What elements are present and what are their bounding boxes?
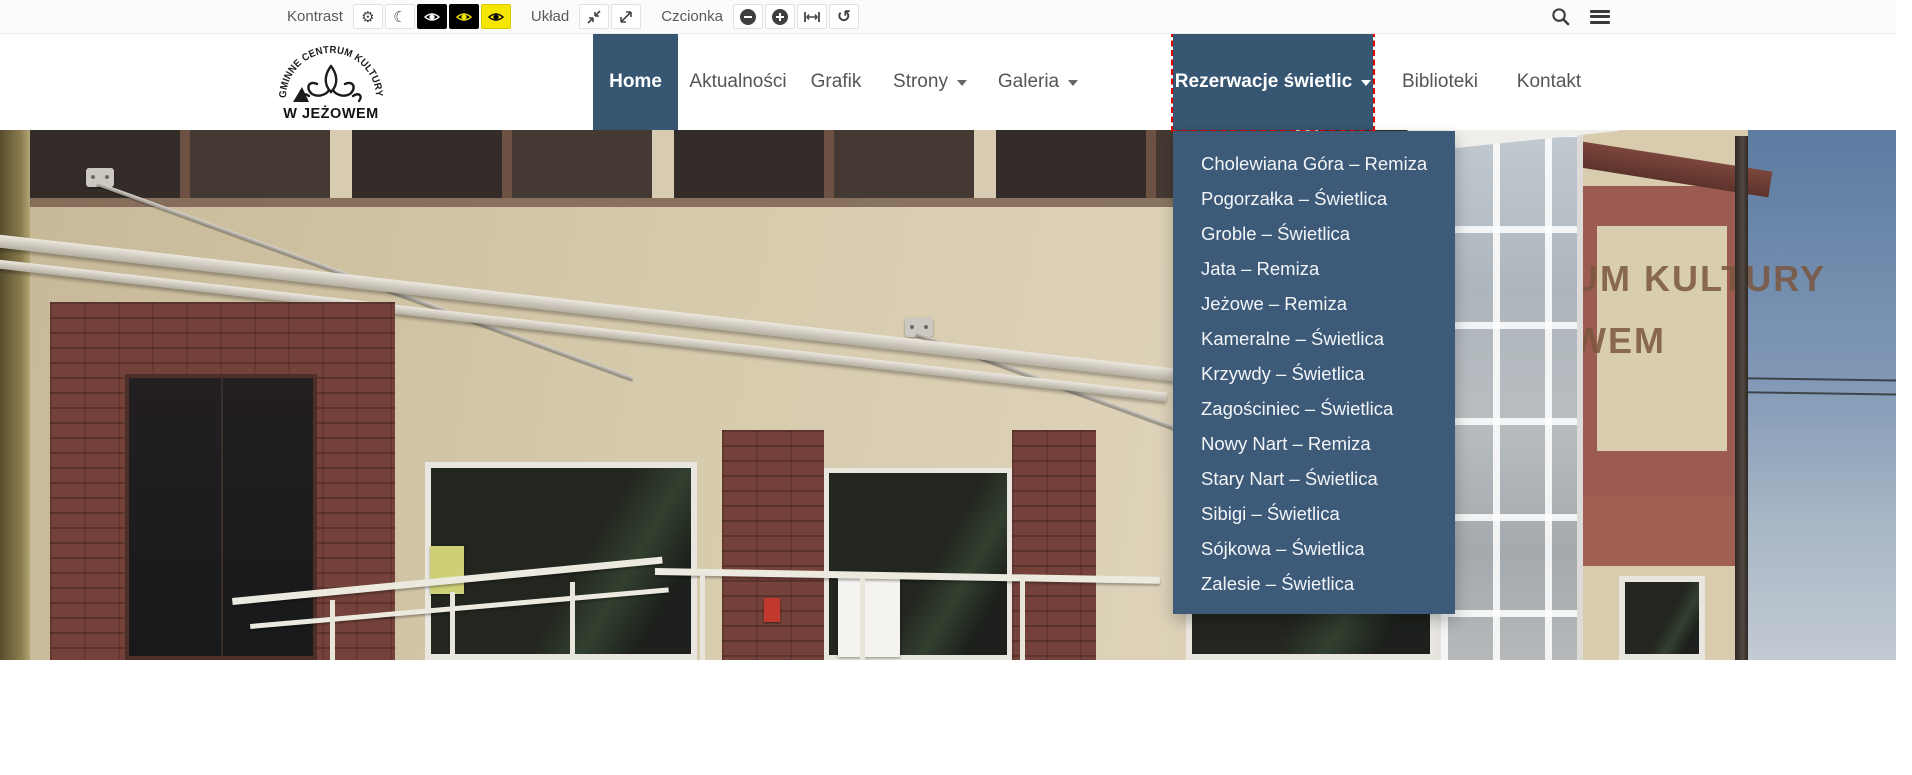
hamburger-icon [1590, 10, 1610, 24]
text-width-button[interactable] [797, 4, 827, 29]
contrast-settings-button[interactable]: ⚙ [353, 4, 383, 29]
brick-pier [722, 430, 824, 660]
nav-item-home[interactable]: Home [593, 33, 678, 130]
dropdown-item-groble[interactable]: Groble – Świetlica [1173, 216, 1455, 251]
dropdown-item-zalesie[interactable]: Zalesie – Świetlica [1173, 566, 1455, 601]
nav-label: Galeria [998, 71, 1059, 93]
contrast-label: Kontrast [287, 8, 343, 25]
hero-slide-photo: UM KULTURY WEM [0, 130, 1896, 660]
dropdown-item-pogorzalka[interactable]: Pogorzałka – Świetlica [1173, 181, 1455, 216]
compress-arrows-icon [586, 9, 602, 25]
dropdown-item-nowy-nart[interactable]: Nowy Nart – Remiza [1173, 426, 1455, 461]
poster [430, 546, 464, 594]
font-label: Czcionka [661, 8, 723, 25]
expand-arrows-icon [618, 9, 634, 25]
building-wall-text: UM KULTURY WEM [1572, 248, 1826, 372]
caret-down-icon [1361, 80, 1371, 86]
downpipe [1735, 136, 1748, 660]
nav-label: Home [609, 71, 662, 93]
moon-icon: ☾ [393, 8, 406, 26]
nav-label: Rezerwacje świetlic [1175, 71, 1352, 93]
railing-post [700, 572, 705, 660]
site-logo[interactable]: GMINNE CENTRUM KULTURY W JEŻOWEM [279, 40, 383, 128]
wall-text-line2: WEM [1572, 310, 1826, 372]
dropdown-item-sibigi[interactable]: Sibigi – Świetlica [1173, 496, 1455, 531]
logo-ornament [301, 66, 360, 101]
search-icon [1551, 7, 1570, 26]
caret-down-icon [957, 80, 967, 86]
neighbor-roof [1748, 420, 1896, 660]
menu-toggle-button[interactable] [1580, 0, 1620, 33]
contrast-white-on-black-button[interactable] [417, 4, 447, 29]
nav-label: Biblioteki [1402, 71, 1478, 93]
nav-label: Kontakt [1517, 71, 1581, 93]
wall-text-line1: UM KULTURY [1572, 248, 1826, 310]
hero-slider: UM KULTURY WEM Witamy na stronie Gminneg… [0, 130, 1896, 660]
gable-wall [1583, 130, 1748, 660]
topbar-right-icons [1540, 0, 1620, 33]
eye-icon [455, 10, 473, 24]
nav-item-rezerwacje-swietlic[interactable]: Rezerwacje świetlic [1173, 33, 1373, 130]
nav-label: Grafik [811, 71, 862, 93]
building-left-wall [0, 130, 30, 660]
nav-item-kontakt[interactable]: Kontakt [1505, 33, 1593, 130]
dropdown-item-krzywdy[interactable]: Krzywdy – Świetlica [1173, 356, 1455, 391]
undo-icon: ↺ [837, 7, 851, 27]
nav-label: Strony [893, 71, 948, 93]
dropdown-item-kameralne[interactable]: Kameralne – Świetlica [1173, 321, 1455, 356]
fire-alarm-box [764, 598, 780, 622]
nav-item-strony[interactable]: Strony [880, 33, 980, 130]
nav-item-grafik[interactable]: Grafik [798, 33, 874, 130]
reset-settings-button[interactable]: ↺ [829, 4, 859, 29]
layout-label: Układ [531, 8, 569, 25]
railing-post [570, 582, 575, 660]
entrance-door [125, 374, 317, 660]
dropdown-item-sojkowa[interactable]: Sójkowa – Świetlica [1173, 531, 1455, 566]
glass-tower [1435, 130, 1583, 660]
dropdown-item-zagosciniec[interactable]: Zagościniec – Świetlica [1173, 391, 1455, 426]
notice-paper [838, 573, 900, 657]
site-header: GMINNE CENTRUM KULTURY W JEŻOWEM Home Ak… [0, 34, 1896, 130]
eye-icon [423, 10, 441, 24]
railing-post [330, 600, 335, 660]
plus-circle-icon [772, 9, 788, 25]
caret-down-icon [1068, 80, 1078, 86]
railing-post [450, 592, 455, 660]
dropdown-item-jezowe[interactable]: Jeżowe – Remiza [1173, 286, 1455, 321]
railing-post [860, 574, 865, 660]
page: Kontrast ⚙ ☾ Układ [0, 0, 1912, 775]
nav-label: Aktualności [689, 71, 786, 93]
dropdown-item-cholewiana-gora[interactable]: Cholewiana Góra – Remiza [1173, 146, 1455, 181]
layout-narrow-button[interactable] [579, 4, 609, 29]
dropdown-item-stary-nart[interactable]: Stary Nart – Świetlica [1173, 461, 1455, 496]
contrast-black-on-yellow-button[interactable] [481, 4, 511, 29]
contrast-yellow-on-black-button[interactable] [449, 4, 479, 29]
layout-wide-button[interactable] [611, 4, 641, 29]
eye-icon [487, 10, 505, 24]
gable-window [1619, 576, 1705, 660]
nav-item-galeria[interactable]: Galeria [986, 33, 1090, 130]
minus-circle-icon [740, 9, 756, 25]
font-smaller-button[interactable] [733, 4, 763, 29]
railing-post [1020, 576, 1025, 660]
gear-icon: ⚙ [361, 8, 374, 26]
dark-mode-button[interactable]: ☾ [385, 4, 415, 29]
nav-item-aktualnosci[interactable]: Aktualności [688, 33, 788, 130]
dropdown-item-jata[interactable]: Jata – Remiza [1173, 251, 1455, 286]
font-larger-button[interactable] [765, 4, 795, 29]
brick-portal [50, 302, 395, 660]
rezerwacje-dropdown-menu: Cholewiana Góra – Remiza Pogorzałka – Św… [1173, 131, 1455, 614]
search-toggle-button[interactable] [1540, 0, 1580, 33]
nav-item-biblioteki[interactable]: Biblioteki [1395, 33, 1485, 130]
text-width-icon [803, 10, 821, 24]
gable-red-patch [1583, 496, 1748, 566]
logo-bottom-text: W JEŻOWEM [283, 105, 379, 122]
